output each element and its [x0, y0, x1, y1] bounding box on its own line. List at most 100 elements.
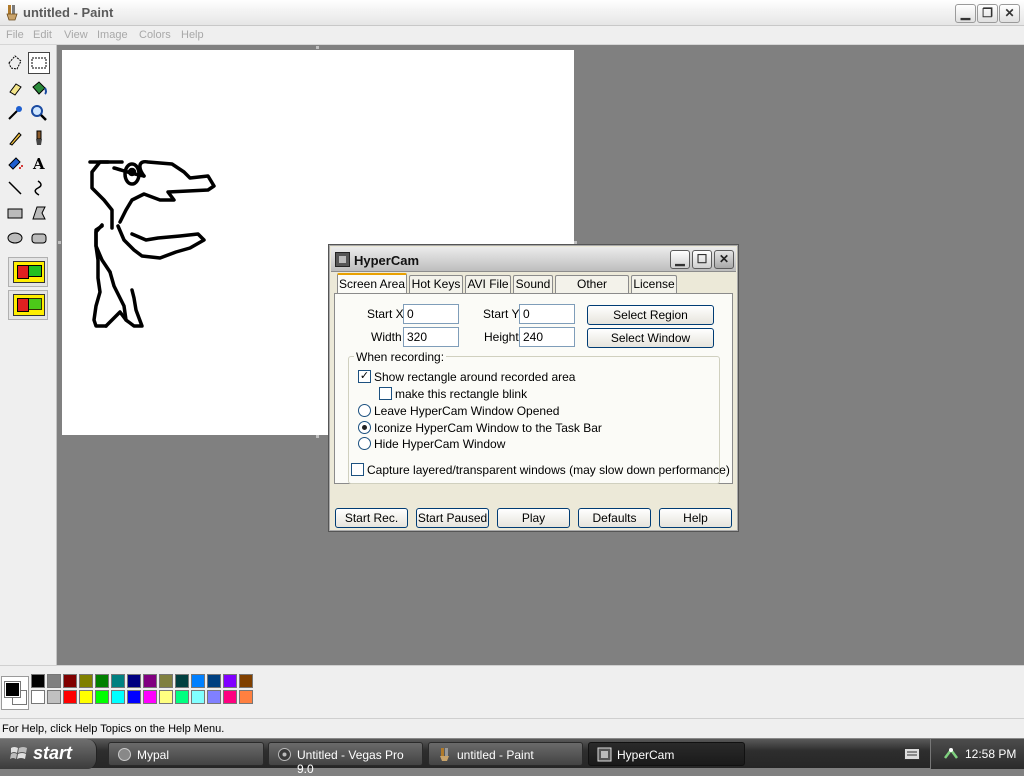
palette-swatch[interactable]	[31, 674, 45, 688]
tab-license[interactable]: License	[631, 275, 677, 293]
hypercam-minimize-button[interactable]: ▁	[670, 250, 690, 269]
ellipse-tool[interactable]	[4, 227, 26, 249]
palette-swatch[interactable]	[111, 674, 125, 688]
canvas-resize-handle-top[interactable]	[316, 46, 319, 49]
palette-swatch[interactable]	[143, 674, 157, 688]
magnifier-tool[interactable]	[28, 102, 50, 124]
fill-tool[interactable]	[28, 77, 50, 99]
hypercam-titlebar[interactable]: HyperCam ▁ ☐ ✕	[331, 247, 736, 272]
palette-swatch[interactable]	[47, 690, 61, 704]
tab-sound[interactable]: Sound	[513, 275, 553, 293]
capture-layered-checkbox[interactable]	[351, 463, 364, 476]
menu-colors[interactable]: Colors	[139, 29, 171, 41]
close-button[interactable]: ✕	[999, 4, 1020, 23]
paint-menubar: File Edit View Image Colors Help	[0, 26, 1024, 45]
palette-swatch[interactable]	[143, 690, 157, 704]
menu-image[interactable]: Image	[97, 29, 128, 41]
screen-area-panel: Start X Start Y Select Region Width Heig…	[334, 293, 733, 484]
eraser-tool[interactable]	[4, 77, 26, 99]
rectangle-tool[interactable]	[4, 202, 26, 224]
restore-button[interactable]: ❐	[977, 4, 998, 23]
play-button[interactable]: Play	[497, 508, 570, 528]
palette-swatch[interactable]	[159, 674, 173, 688]
start-y-input[interactable]	[519, 304, 575, 324]
curve-tool[interactable]	[28, 177, 50, 199]
iconize-radio[interactable]	[358, 421, 371, 434]
palette-swatch[interactable]	[239, 690, 253, 704]
line-tool[interactable]	[4, 177, 26, 199]
tool-option-transparent[interactable]	[8, 290, 48, 320]
color-picker-tool[interactable]	[4, 102, 26, 124]
pencil-tool[interactable]	[4, 127, 26, 149]
text-a-icon: A	[32, 155, 45, 172]
palette-swatch[interactable]	[63, 674, 77, 688]
palette-swatch[interactable]	[239, 674, 253, 688]
start-paused-button[interactable]: Start Paused	[416, 508, 489, 528]
palette-swatch[interactable]	[207, 690, 221, 704]
tab-screen-area[interactable]: Screen Area	[337, 273, 407, 294]
canvas-resize-handle-bottom[interactable]	[316, 435, 319, 438]
hypercam-close-button[interactable]: ✕	[714, 250, 734, 269]
palette-swatch[interactable]	[175, 690, 189, 704]
network-tray-icon[interactable]	[943, 746, 959, 762]
palette-swatch[interactable]	[95, 674, 109, 688]
defaults-button[interactable]: Defaults	[578, 508, 651, 528]
select-region-button[interactable]: Select Region	[587, 305, 714, 325]
airbrush-tool[interactable]	[4, 152, 26, 174]
palette-swatch[interactable]	[79, 674, 93, 688]
task-paint-label: untitled - Paint	[457, 748, 534, 762]
keyboard-tray-icon[interactable]	[904, 748, 920, 760]
hide-window-radio[interactable]	[358, 437, 371, 450]
tab-other-options[interactable]: Other Options	[555, 275, 629, 307]
canvas-resize-handle-left[interactable]	[58, 241, 61, 244]
leave-opened-radio[interactable]	[358, 404, 371, 417]
polygon-tool[interactable]	[28, 202, 50, 224]
palette-swatch[interactable]	[191, 674, 205, 688]
start-x-input[interactable]	[403, 304, 459, 324]
select-window-button[interactable]: Select Window	[587, 328, 714, 348]
palette-swatch[interactable]	[223, 690, 237, 704]
task-hypercam[interactable]: HyperCam	[588, 742, 745, 766]
tab-hot-keys[interactable]: Hot Keys	[409, 275, 463, 293]
tab-avi-file[interactable]: AVI File	[465, 275, 511, 293]
height-input[interactable]	[519, 327, 575, 347]
current-colors[interactable]	[1, 676, 29, 710]
start-rec-button[interactable]: Start Rec.	[335, 508, 408, 528]
blink-checkbox[interactable]	[379, 387, 392, 400]
palette-swatch[interactable]	[175, 674, 189, 688]
brush-tool[interactable]	[28, 127, 50, 149]
width-input[interactable]	[403, 327, 459, 347]
palette-swatch[interactable]	[111, 690, 125, 704]
menu-view[interactable]: View	[64, 29, 88, 41]
minimize-button[interactable]: ▁	[955, 4, 976, 23]
free-select-tool[interactable]	[4, 52, 26, 74]
palette-swatch[interactable]	[63, 690, 77, 704]
hypercam-maximize-button[interactable]: ☐	[692, 250, 712, 269]
task-mypal[interactable]: Mypal	[108, 742, 264, 766]
start-button[interactable]: start	[0, 739, 97, 769]
palette-swatch[interactable]	[31, 690, 45, 704]
tool-option-opaque[interactable]	[8, 257, 48, 287]
palette-swatch[interactable]	[159, 690, 173, 704]
task-paint[interactable]: untitled - Paint	[428, 742, 583, 766]
text-tool[interactable]: A	[28, 152, 50, 174]
rect-select-tool[interactable]	[28, 52, 50, 74]
menu-edit[interactable]: Edit	[33, 29, 52, 41]
palette-swatch[interactable]	[127, 690, 141, 704]
rounded-rect-tool[interactable]	[28, 227, 50, 249]
palette-swatch[interactable]	[95, 690, 109, 704]
palette-swatch[interactable]	[79, 690, 93, 704]
help-button[interactable]: Help	[659, 508, 732, 528]
palette-swatch[interactable]	[127, 674, 141, 688]
eraser-icon	[9, 83, 22, 96]
menu-help[interactable]: Help	[181, 29, 204, 41]
menu-file[interactable]: File	[6, 29, 24, 41]
free-select-icon	[8, 55, 22, 70]
palette-swatch[interactable]	[191, 690, 205, 704]
palette-swatch[interactable]	[223, 674, 237, 688]
palette-swatch[interactable]	[47, 674, 61, 688]
show-rectangle-checkbox[interactable]: ✓	[358, 370, 371, 383]
task-vegas-pro[interactable]: Untitled - Vegas Pro 9.0	[268, 742, 423, 776]
paint-titlebar[interactable]: untitled - Paint ▁ ❐ ✕	[0, 0, 1024, 26]
palette-swatch[interactable]	[207, 674, 221, 688]
